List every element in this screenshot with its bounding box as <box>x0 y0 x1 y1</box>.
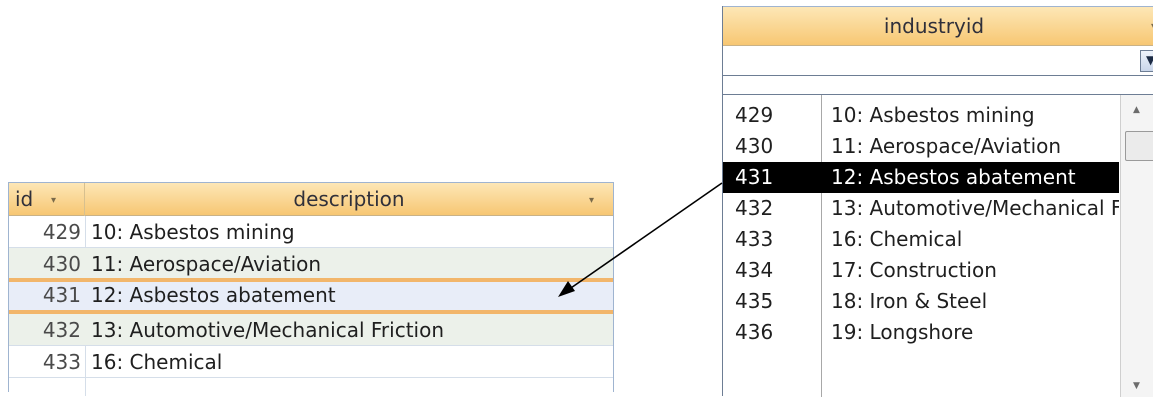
id-cell: 432 <box>42 318 81 342</box>
chevron-down-icon: ▼ <box>1146 53 1153 67</box>
list-item-label: 18: Iron & Steel <box>831 289 988 313</box>
sort-dropdown-icon[interactable]: ▾ <box>589 184 594 217</box>
scrollbar-thumb[interactable] <box>1125 131 1153 161</box>
list-item-label: 13: Automotive/Mechanical Friction <box>831 196 1119 220</box>
list-item-id: 429 <box>735 103 774 127</box>
table-row[interactable]: 433 16: Chemical <box>9 346 613 378</box>
description-cell[interactable]: 11: Aerospace/Aviation <box>91 248 321 280</box>
description-cell[interactable]: 10: Asbestos mining <box>91 216 295 248</box>
combo-header[interactable]: industryid ▾ <box>723 6 1153 46</box>
list-item-label: 10: Asbestos mining <box>831 103 1035 127</box>
table-row[interactable]: 432 13: Automotive/Mechanical Friction <box>9 314 613 346</box>
table-row[interactable]: 429 10: Asbestos mining <box>9 216 613 248</box>
list-item-label: 16: Chemical <box>831 227 963 251</box>
id-cell: 433 <box>42 350 81 374</box>
list-item[interactable]: 432 13: Automotive/Mechanical Friction <box>723 193 1119 224</box>
list-item[interactable]: 435 18: Iron & Steel <box>723 286 1119 317</box>
list-item-id: 430 <box>735 134 774 158</box>
list-item-label: 12: Asbestos abatement <box>831 165 1076 189</box>
description-cell[interactable]: 13: Automotive/Mechanical Friction <box>91 314 444 346</box>
description-cell[interactable]: 12: Asbestos abatement <box>91 282 336 308</box>
list-item-id: 432 <box>735 196 774 220</box>
combo-dropdown-button[interactable]: ▼ <box>1140 50 1153 72</box>
list-item-label: 19: Longshore <box>831 320 974 344</box>
list-item[interactable]: 430 11: Aerospace/Aviation <box>723 131 1119 162</box>
table-row-selected[interactable]: 431 12: Asbestos abatement <box>9 278 613 314</box>
table-header: id ▾ description ▾ <box>9 182 613 216</box>
sort-dropdown-icon[interactable]: ▾ <box>51 184 56 217</box>
column-header-description[interactable]: description ▾ <box>85 183 613 216</box>
list-item-selected[interactable]: 431 12: Asbestos abatement <box>723 162 1119 193</box>
description-cell[interactable]: 16: Chemical <box>91 346 222 378</box>
list-item[interactable]: 436 19: Longshore <box>723 317 1119 348</box>
list-item-id: 433 <box>735 227 774 251</box>
column-header-label: description <box>293 187 405 211</box>
combo-dropdown-list: 429 10: Asbestos mining 430 11: Aerospac… <box>723 94 1153 397</box>
industryid-combobox: industryid ▾ ▼ 429 10: Asbestos mining 4… <box>722 6 1153 397</box>
combo-title: industryid <box>883 14 985 38</box>
list-item[interactable]: 433 16: Chemical <box>723 224 1119 255</box>
column-header-id[interactable]: id ▾ <box>9 183 85 216</box>
combo-input[interactable]: ▼ <box>723 46 1153 76</box>
id-cell: 429 <box>42 220 81 244</box>
id-cell: 431 <box>42 283 81 307</box>
datasheet-table: id ▾ description ▾ 429 10: Asbestos mini… <box>8 182 614 396</box>
list-item-label: 17: Construction <box>831 258 997 282</box>
column-header-label: id <box>15 187 34 211</box>
list-item-id: 435 <box>735 289 774 313</box>
list-item-id: 431 <box>735 165 774 189</box>
table-row[interactable]: 430 11: Aerospace/Aviation <box>9 248 613 280</box>
scroll-down-icon[interactable]: ▼ <box>1133 381 1140 391</box>
vertical-scrollbar[interactable]: ▲ ▼ <box>1120 95 1153 397</box>
list-item[interactable]: 434 17: Construction <box>723 255 1119 286</box>
scroll-up-icon[interactable]: ▲ <box>1133 105 1140 115</box>
list-item-id: 434 <box>735 258 774 282</box>
list-item[interactable]: 429 10: Asbestos mining <box>723 100 1119 131</box>
id-cell: 430 <box>42 252 81 276</box>
list-item-label: 11: Aerospace/Aviation <box>831 134 1062 158</box>
list-item-id: 436 <box>735 320 774 344</box>
